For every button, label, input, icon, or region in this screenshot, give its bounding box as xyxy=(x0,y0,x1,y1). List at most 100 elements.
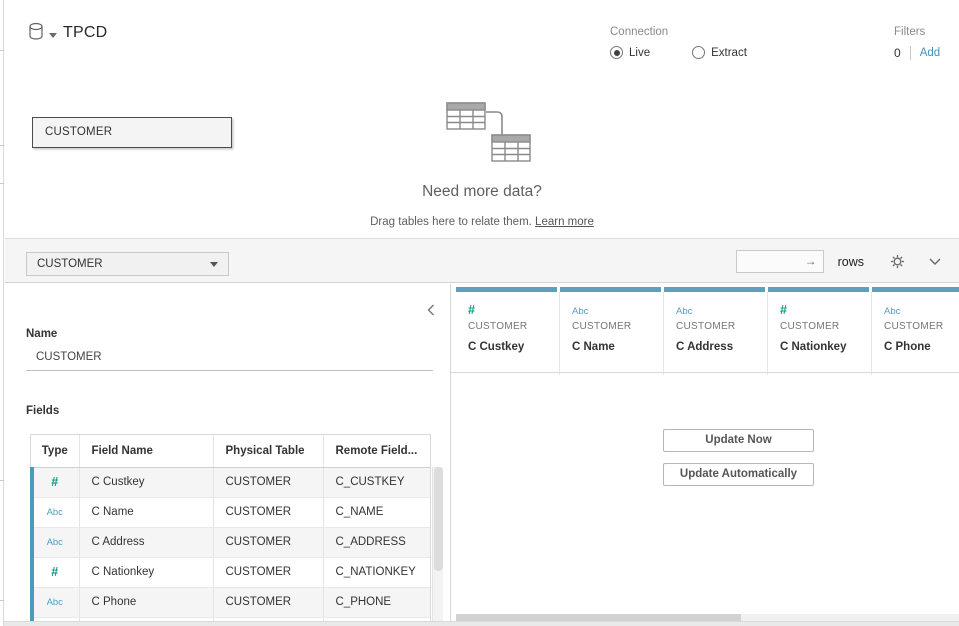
radio-live-label[interactable]: Live xyxy=(629,47,650,59)
remote-field-cell[interactable]: C_CUSTKEY xyxy=(323,467,431,497)
filters-group: Filters 0 Add xyxy=(894,26,940,60)
empty-state-title: Need more data? xyxy=(5,183,959,201)
table-selector-value: CUSTOMER xyxy=(37,258,103,270)
field-name-cell[interactable]: C Name xyxy=(79,497,213,527)
field-type-cell[interactable]: Abc xyxy=(31,497,79,527)
row-count-field[interactable]: → xyxy=(736,250,824,273)
bottom-panel: Name CUSTOMER Fields Type Field Name Phy… xyxy=(5,284,959,626)
remote-field-cell[interactable]: C_NAME xyxy=(323,497,431,527)
collapse-grid-button[interactable] xyxy=(929,258,941,266)
update-automatically-button[interactable]: Update Automatically xyxy=(663,463,814,486)
remote-field-cell[interactable]: C_ADDRESS xyxy=(323,527,431,557)
connection-group: Connection Live Extract xyxy=(610,26,747,59)
grid-column-header[interactable]: # CUSTOMER C Custkey xyxy=(456,287,560,375)
field-name-cell[interactable]: C Custkey xyxy=(79,467,213,497)
column-field-name: C Phone xyxy=(884,341,959,353)
table-row[interactable]: Abc C Phone CUSTOMER C_PHONE xyxy=(31,587,431,617)
hint-text: Drag tables here to relate them. xyxy=(370,216,535,228)
relationship-canvas[interactable]: CUSTOMER Need more data? Drag tab xyxy=(5,88,959,238)
table-icon xyxy=(447,103,485,129)
column-header-field-name[interactable]: Field Name xyxy=(79,435,213,467)
column-field-name: C Custkey xyxy=(468,341,559,353)
field-type-icon: # xyxy=(51,565,58,579)
column-table-name: CUSTOMER xyxy=(780,321,871,332)
table-selector-dropdown[interactable]: CUSTOMER xyxy=(26,252,229,276)
connection-label: Connection xyxy=(610,26,747,38)
caret-down-icon xyxy=(49,33,57,38)
filters-label: Filters xyxy=(894,26,940,38)
grid-toolbar: CUSTOMER → rows xyxy=(5,238,959,283)
field-type-cell[interactable]: # xyxy=(31,557,79,587)
selection-stripe xyxy=(30,467,34,626)
column-table-name: CUSTOMER xyxy=(884,321,959,332)
scrollbar-thumb[interactable] xyxy=(434,467,443,571)
bottom-scrollbar-track[interactable] xyxy=(0,621,959,626)
field-name-cell[interactable]: C Phone xyxy=(79,587,213,617)
field-type-icon: Abc xyxy=(884,306,900,317)
physical-table-cell[interactable]: CUSTOMER xyxy=(213,497,323,527)
field-type-icon: # xyxy=(780,303,787,317)
datasource-title: TPCD xyxy=(63,24,107,42)
field-type-icon: Abc xyxy=(47,597,63,608)
name-input[interactable]: CUSTOMER xyxy=(36,351,102,363)
grid-column-header[interactable]: # CUSTOMER C Nationkey xyxy=(768,287,872,375)
column-header-physical-table[interactable]: Physical Table xyxy=(213,435,323,467)
fields-label: Fields xyxy=(26,405,59,417)
empty-state-hint: Drag tables here to relate them. Learn m… xyxy=(5,216,959,228)
datasource-menu-button[interactable] xyxy=(28,22,57,46)
table-row[interactable]: Abc C Name CUSTOMER C_NAME xyxy=(31,497,431,527)
row-count-input[interactable] xyxy=(737,251,823,272)
grid-column-header[interactable]: Abc CUSTOMER C Phone xyxy=(872,287,959,375)
grid-column-header[interactable]: Abc CUSTOMER C Name xyxy=(560,287,664,375)
field-type-icon: Abc xyxy=(47,507,63,518)
learn-more-link[interactable]: Learn more xyxy=(535,216,594,228)
radio-live[interactable] xyxy=(610,46,623,59)
divider xyxy=(910,46,911,60)
grid-header-border xyxy=(451,372,959,373)
rows-label: rows xyxy=(838,255,864,269)
column-header-type[interactable]: Type xyxy=(31,435,79,467)
data-preview-grid: # CUSTOMER C Custkey Abc CUSTOMER C Name… xyxy=(451,284,959,626)
left-pane-edge[interactable] xyxy=(0,0,4,626)
column-header-remote-field[interactable]: Remote Field... xyxy=(323,435,431,467)
input-underline xyxy=(26,370,433,371)
field-type-icon: # xyxy=(51,475,58,489)
connector-line xyxy=(486,112,502,135)
physical-table-cell[interactable]: CUSTOMER xyxy=(213,527,323,557)
field-type-icon: Abc xyxy=(676,306,692,317)
field-type-cell[interactable]: Abc xyxy=(31,587,79,617)
physical-table-cell[interactable]: CUSTOMER xyxy=(213,587,323,617)
add-filter-link[interactable]: Add xyxy=(920,47,940,59)
pane-tick xyxy=(0,145,4,146)
table-row[interactable]: Abc C Address CUSTOMER C_ADDRESS xyxy=(31,527,431,557)
remote-field-cell[interactable]: C_NATIONKEY xyxy=(323,557,431,587)
database-icon xyxy=(28,22,45,46)
grid-settings-button[interactable] xyxy=(890,254,905,269)
relate-tables-illustration xyxy=(443,100,535,169)
table-node-customer[interactable]: CUSTOMER xyxy=(32,117,232,148)
grid-column-header[interactable]: Abc CUSTOMER C Address xyxy=(664,287,768,375)
pane-tick xyxy=(0,480,4,481)
table-row[interactable]: # C Nationkey CUSTOMER C_NATIONKEY xyxy=(31,557,431,587)
fields-table-body: # C Custkey CUSTOMER C_CUSTKEY Abc C Nam… xyxy=(31,467,431,617)
fields-vertical-scrollbar[interactable] xyxy=(432,467,443,621)
caret-down-icon xyxy=(210,262,218,267)
update-now-button[interactable]: Update Now xyxy=(663,429,814,452)
physical-table-cell[interactable]: CUSTOMER xyxy=(213,467,323,497)
field-name-cell[interactable]: C Nationkey xyxy=(79,557,213,587)
remote-field-cell[interactable]: C_PHONE xyxy=(323,587,431,617)
grid-column-headers: # CUSTOMER C Custkey Abc CUSTOMER C Name… xyxy=(456,287,959,375)
field-type-cell[interactable]: # xyxy=(31,467,79,497)
radio-extract[interactable] xyxy=(692,46,705,59)
physical-table-cell[interactable]: CUSTOMER xyxy=(213,557,323,587)
pane-tick xyxy=(0,50,4,51)
radio-extract-label[interactable]: Extract xyxy=(711,47,747,59)
column-table-name: CUSTOMER xyxy=(676,321,767,332)
column-field-name: C Nationkey xyxy=(780,341,871,353)
field-name-cell[interactable]: C Address xyxy=(79,527,213,557)
field-type-cell[interactable]: Abc xyxy=(31,527,79,557)
table-row[interactable]: # C Custkey CUSTOMER C_CUSTKEY xyxy=(31,467,431,497)
chevron-down-icon xyxy=(929,258,941,266)
collapse-panel-button[interactable] xyxy=(425,301,437,323)
field-type-icon: Abc xyxy=(47,537,63,548)
